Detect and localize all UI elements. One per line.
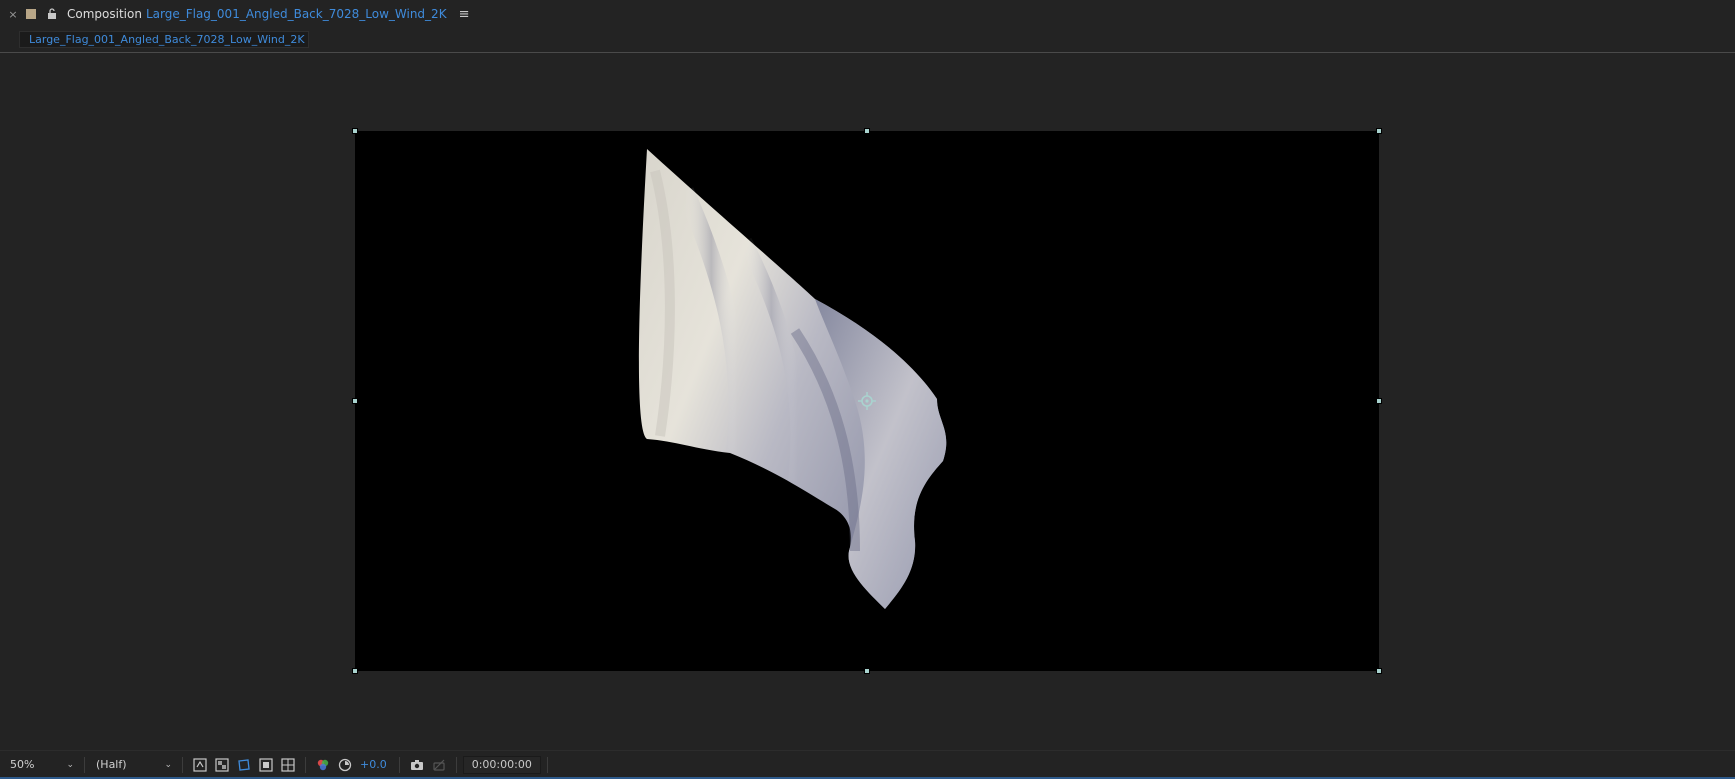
panel-title-comp-name: Large_Flag_001_Angled_Back_7028_Low_Wind…	[145, 7, 447, 21]
composition-viewer[interactable]	[0, 54, 1735, 749]
current-time-display[interactable]: 0:00:00:00	[462, 755, 541, 774]
chevron-down-icon: ⌄	[164, 759, 172, 770]
handle-middle-right[interactable]	[1376, 398, 1382, 404]
toolbar-divider	[305, 756, 306, 773]
panel-menu-icon[interactable]: ≡	[459, 7, 470, 22]
grid-guides-icon[interactable]	[280, 757, 296, 773]
panel-header: × Composition Large_Flag_001_Angled_Back…	[0, 0, 1735, 28]
panel-title-label: Composition	[67, 7, 142, 21]
toolbar-divider	[398, 756, 400, 773]
viewer-toolbar: 50% ⌄ (Half) ⌄ +0.0 0:00:00:00	[0, 750, 1735, 778]
comp-tab-row: Large_Flag_001_Angled_Back_7028_Low_Wind…	[0, 28, 1735, 53]
resolution-value: (Half)	[96, 757, 127, 771]
close-panel-button[interactable]: ×	[0, 8, 26, 21]
toolbar-divider	[84, 756, 85, 773]
chevron-down-icon: ⌄	[66, 759, 74, 770]
show-snapshot-icon[interactable]	[431, 757, 447, 773]
magnification-value: 50%	[10, 757, 35, 771]
toolbar-divider	[182, 756, 183, 773]
snapshot-camera-icon[interactable]	[409, 757, 425, 773]
handle-bottom-left[interactable]	[352, 668, 358, 674]
mask-visibility-icon[interactable]	[236, 757, 252, 773]
handle-top-center[interactable]	[864, 128, 870, 134]
comp-canvas[interactable]	[352, 128, 1382, 674]
region-of-interest-icon[interactable]	[258, 757, 274, 773]
handle-middle-left[interactable]	[352, 398, 358, 404]
exposure-value[interactable]: +0.0	[360, 758, 387, 771]
channel-icon[interactable]	[315, 757, 331, 773]
always-preview-icon[interactable]	[192, 757, 208, 773]
lock-icon[interactable]	[45, 7, 59, 21]
handle-bottom-right[interactable]	[1376, 668, 1382, 674]
label-color-swatch[interactable]	[26, 9, 36, 19]
reset-exposure-icon[interactable]	[337, 757, 353, 773]
toolbar-divider	[455, 756, 457, 773]
comp-tab[interactable]: Large_Flag_001_Angled_Back_7028_Low_Wind…	[19, 31, 309, 48]
handle-top-right[interactable]	[1376, 128, 1382, 134]
composition-panel: × Composition Large_Flag_001_Angled_Back…	[0, 0, 1735, 779]
anchor-point-icon[interactable]	[858, 392, 876, 410]
transparency-grid-icon[interactable]	[214, 757, 230, 773]
toolbar-divider	[546, 756, 548, 773]
magnification-dropdown[interactable]: 50% ⌄	[5, 757, 78, 773]
resolution-dropdown[interactable]: (Half) ⌄	[91, 757, 176, 773]
handle-top-left[interactable]	[352, 128, 358, 134]
handle-bottom-center[interactable]	[864, 668, 870, 674]
tab-divider	[0, 52, 1735, 53]
